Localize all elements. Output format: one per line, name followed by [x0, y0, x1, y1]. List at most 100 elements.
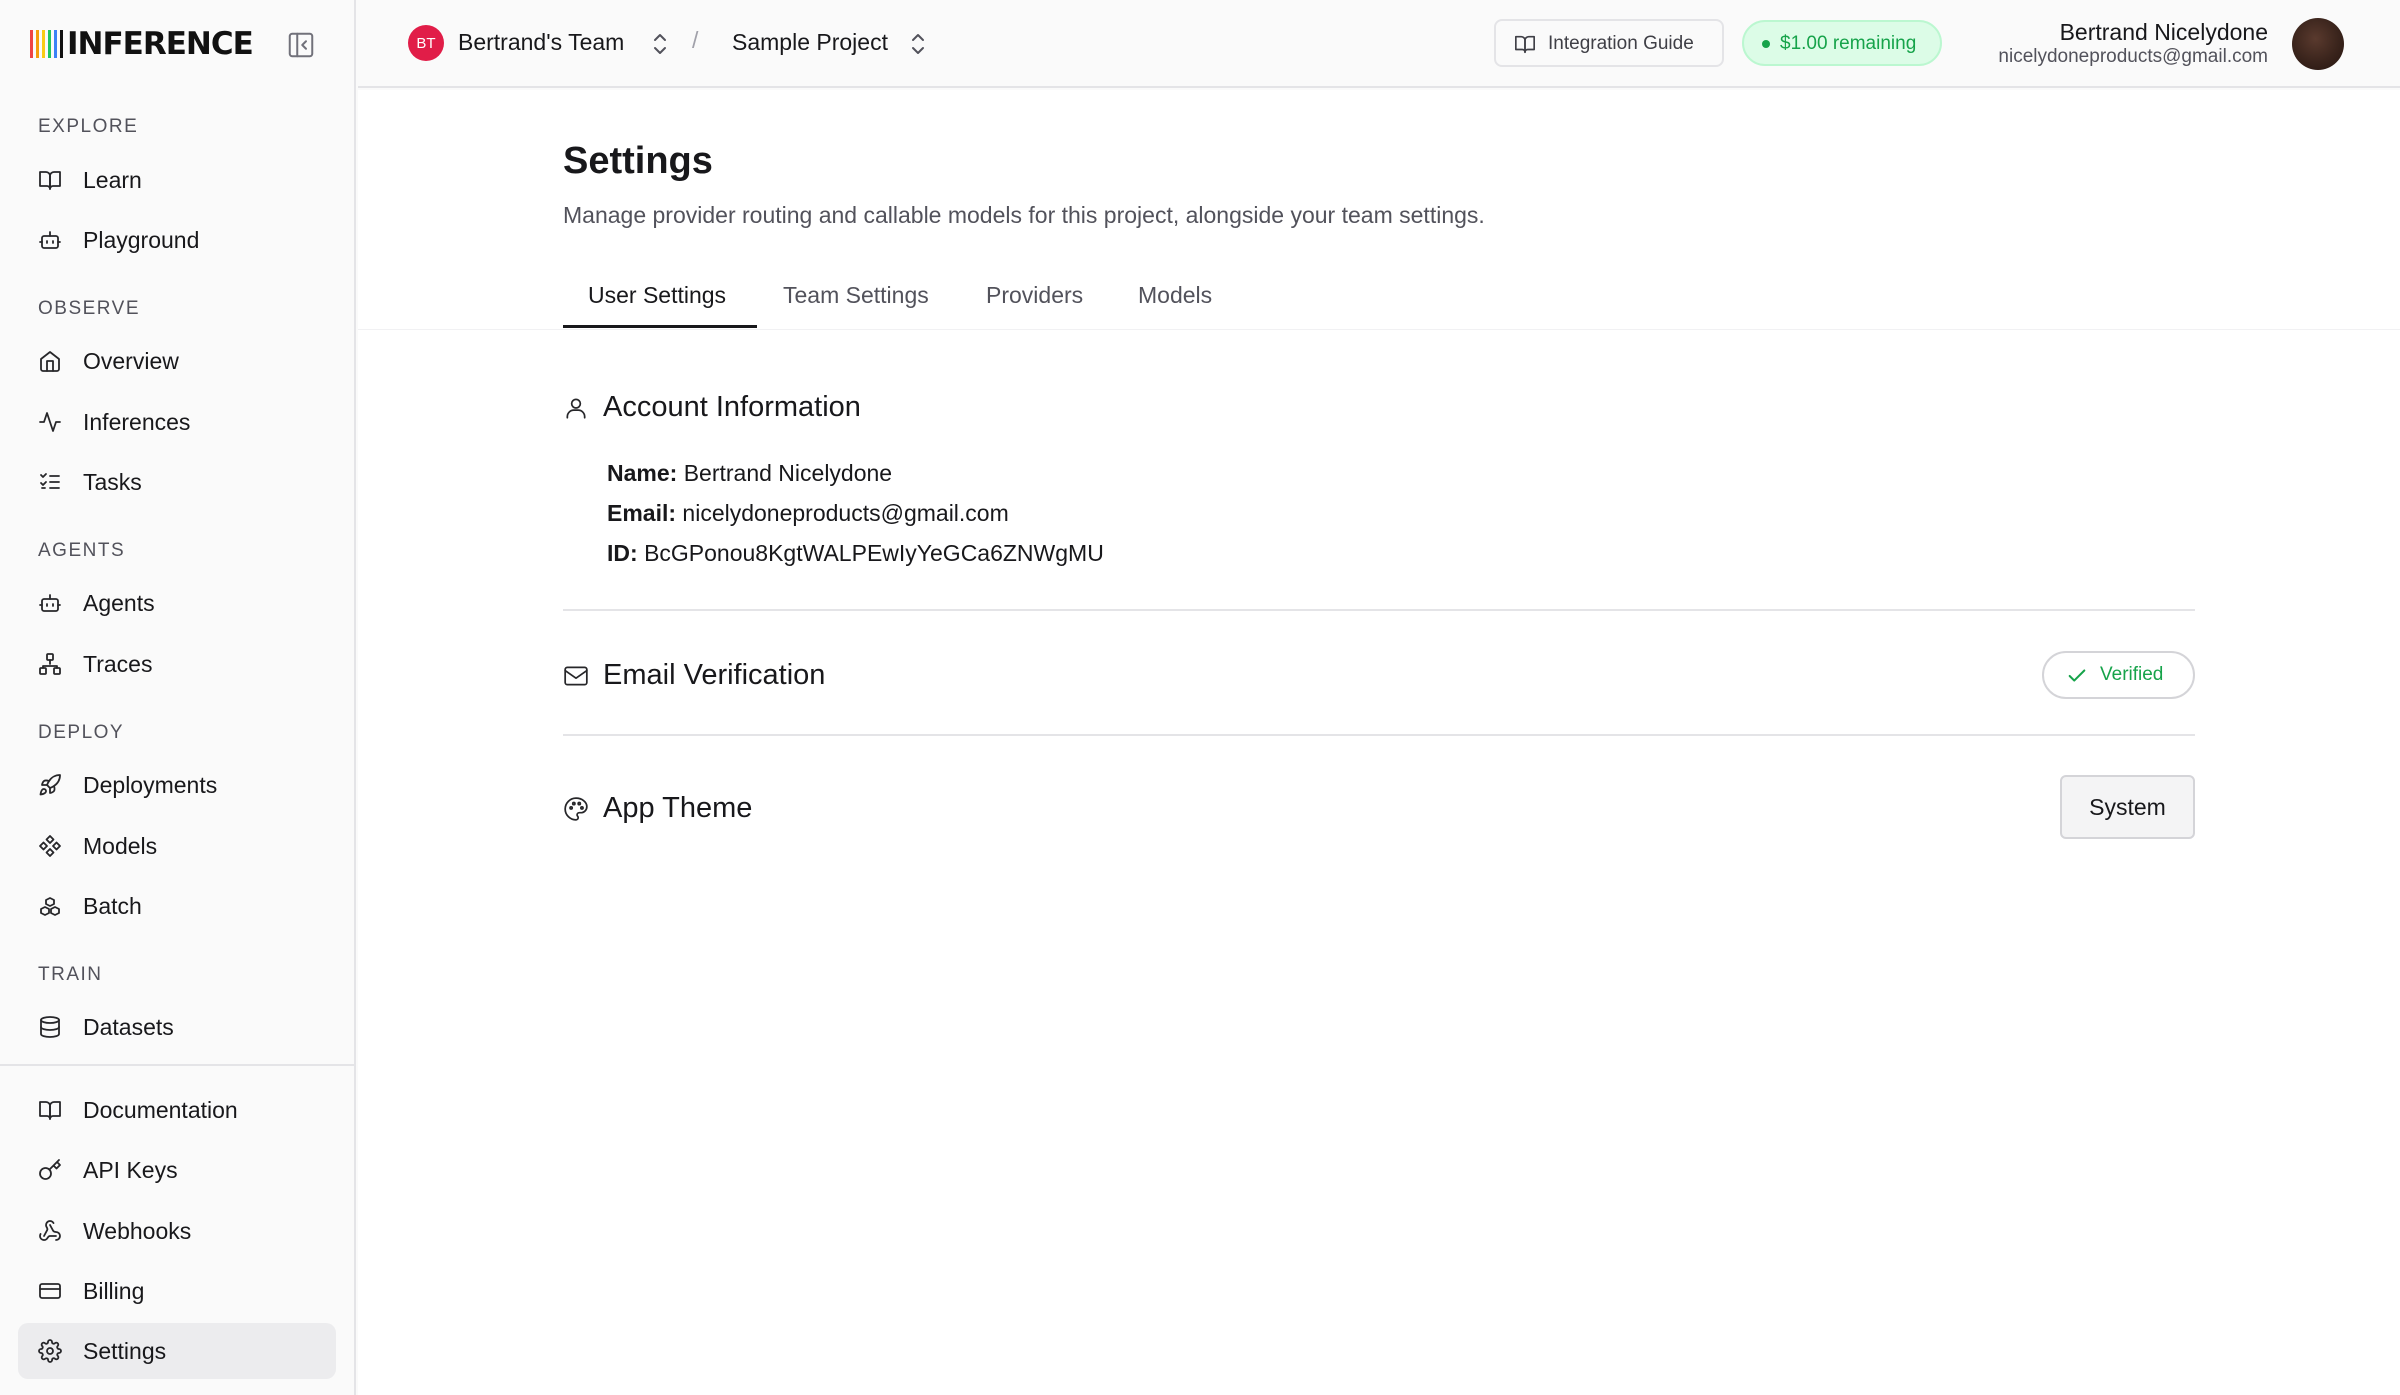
- brand-name: INFERENCE: [67, 26, 254, 62]
- sidebar-item-label: Overview: [83, 348, 179, 374]
- sidebar-item-datasets[interactable]: Datasets: [18, 999, 336, 1055]
- verified-status-badge: Verified: [2042, 651, 2195, 699]
- theme-select-button[interactable]: System: [2060, 775, 2195, 839]
- sidebar-item-inferences[interactable]: Inferences: [18, 394, 336, 450]
- user-avatar[interactable]: [2292, 18, 2344, 70]
- sidebar-item-models[interactable]: Models: [18, 818, 336, 874]
- section-train: TRAIN: [38, 964, 103, 985]
- mail-icon: [564, 666, 588, 686]
- integration-guide-label: Integration Guide: [1548, 33, 1694, 54]
- section-title: App Theme: [603, 792, 753, 824]
- sidebar-item-webhooks[interactable]: Webhooks: [18, 1203, 336, 1259]
- section-deploy: DEPLOY: [38, 722, 125, 743]
- sidebar-item-label: Billing: [83, 1278, 145, 1304]
- id-label: ID:: [607, 540, 638, 566]
- sidebar-item-label: Datasets: [83, 1014, 174, 1040]
- gear-icon: [38, 1339, 62, 1363]
- sidebar-item-api-keys[interactable]: API Keys: [18, 1142, 336, 1198]
- list-checks-icon: [40, 473, 60, 489]
- workflow-icon: [39, 653, 61, 675]
- section-observe: OBSERVE: [38, 298, 141, 319]
- sidebar-collapse-button[interactable]: [286, 30, 316, 60]
- sidebar-item-label: Agents: [83, 590, 155, 616]
- user-icon: [566, 398, 586, 419]
- webhook-icon: [39, 1220, 61, 1241]
- sidebar-item-label: Deployments: [83, 772, 218, 798]
- sidebar-item-settings[interactable]: Settings: [18, 1323, 336, 1379]
- sidebar-item-label: Playground: [83, 227, 200, 253]
- account-id-row: ID: BcGPonou8KgtWALPEwIyYeGCa6ZNWgMU: [607, 540, 1104, 567]
- sidebar-item-label: Learn: [83, 167, 142, 193]
- sidebar-item-batch[interactable]: Batch: [18, 878, 336, 934]
- sidebar-item-billing[interactable]: Billing: [18, 1263, 336, 1319]
- section-title: Email Verification: [603, 659, 826, 691]
- section-explore: EXPLORE: [38, 116, 139, 137]
- sidebar-item-deployments[interactable]: Deployments: [18, 757, 336, 813]
- sidebar-item-label: Inferences: [83, 409, 191, 435]
- key-icon: [39, 1159, 61, 1180]
- sidebar-item-playground[interactable]: Playground: [18, 212, 336, 268]
- section-divider: [563, 734, 2195, 736]
- tab-team-settings[interactable]: Team Settings: [783, 278, 929, 330]
- team-switcher[interactable]: Bertrand's Team: [458, 29, 624, 56]
- sidebar-item-traces[interactable]: Traces: [18, 636, 336, 692]
- component-icon: [39, 835, 61, 857]
- sidebar-item-agents[interactable]: Agents: [18, 575, 336, 631]
- sidebar-item-label: Tasks: [83, 469, 142, 495]
- book-open-icon: [39, 171, 61, 190]
- top-bar: BT Bertrand's Team / Sample Project Inte…: [358, 0, 2400, 88]
- panel-left-icon: [288, 32, 314, 58]
- account-email-value: nicelydoneproducts@gmail.com: [682, 500, 1009, 526]
- main-content: Settings Manage provider routing and cal…: [358, 90, 2400, 1395]
- credits-remaining: $1.00 remaining: [1780, 33, 1917, 54]
- sidebar-item-label: Traces: [83, 651, 153, 677]
- logo-mark: [30, 30, 63, 58]
- activity-icon: [39, 412, 61, 432]
- sidebar-item-learn[interactable]: Learn: [18, 152, 336, 208]
- active-tab-indicator: [563, 325, 757, 328]
- user-email: nicelydoneproducts@gmail.com: [1998, 46, 2268, 67]
- sidebar-item-label: Batch: [83, 893, 142, 919]
- account-name-value: Bertrand Nicelydone: [683, 460, 893, 486]
- chevrons-up-down-icon[interactable]: [651, 31, 669, 57]
- bot-icon: [39, 231, 61, 249]
- sidebar-item-label: Webhooks: [83, 1218, 192, 1244]
- sidebar-divider: [0, 1064, 356, 1066]
- breadcrumb-separator: /: [692, 27, 699, 53]
- sidebar-item-label: Models: [83, 833, 158, 859]
- user-name: Bertrand Nicelydone: [2059, 19, 2268, 45]
- tab-providers[interactable]: Providers: [986, 278, 1083, 330]
- page-title: Settings: [563, 140, 713, 182]
- database-icon: [40, 1016, 60, 1038]
- verified-label: Verified: [2100, 664, 2164, 685]
- sidebar-item-label: API Keys: [83, 1157, 178, 1183]
- account-email-row: Email: nicelydoneproducts@gmail.com: [607, 500, 1009, 527]
- integration-guide-button[interactable]: Integration Guide: [1494, 19, 1724, 67]
- tab-models[interactable]: Models: [1138, 278, 1212, 330]
- sidebar-item-overview[interactable]: Overview: [18, 333, 336, 389]
- status-dot-icon: [1762, 40, 1770, 48]
- sidebar-item-tasks[interactable]: Tasks: [18, 454, 336, 510]
- bot-icon: [39, 594, 61, 612]
- book-open-icon: [39, 1101, 61, 1120]
- sidebar: INFERENCE EXPLORE Learn Playground OBSER…: [0, 0, 356, 1395]
- project-switcher[interactable]: Sample Project: [732, 29, 888, 56]
- team-avatar[interactable]: BT: [408, 25, 444, 61]
- brand-logo[interactable]: INFERENCE: [30, 26, 254, 62]
- chevrons-up-down-icon[interactable]: [909, 31, 927, 57]
- sidebar-item-label: Settings: [83, 1338, 167, 1364]
- palette-icon: [564, 797, 588, 821]
- boxes-icon: [40, 897, 60, 916]
- name-label: Name:: [607, 460, 678, 486]
- credits-badge[interactable]: $1.00 remaining: [1742, 20, 1942, 66]
- account-id-value: BcGPonou8KgtWALPEwIyYeGCa6ZNWgMU: [644, 540, 1104, 566]
- rocket-icon: [39, 774, 61, 796]
- email-label: Email:: [607, 500, 677, 526]
- sidebar-item-label: Documentation: [83, 1097, 238, 1123]
- book-open-icon: [1515, 35, 1535, 54]
- page-subtitle: Manage provider routing and callable mod…: [563, 202, 1485, 228]
- check-icon: [2068, 669, 2086, 682]
- tab-user-settings[interactable]: User Settings: [588, 278, 726, 330]
- sidebar-item-documentation[interactable]: Documentation: [18, 1082, 336, 1138]
- section-title: Account Information: [603, 391, 861, 423]
